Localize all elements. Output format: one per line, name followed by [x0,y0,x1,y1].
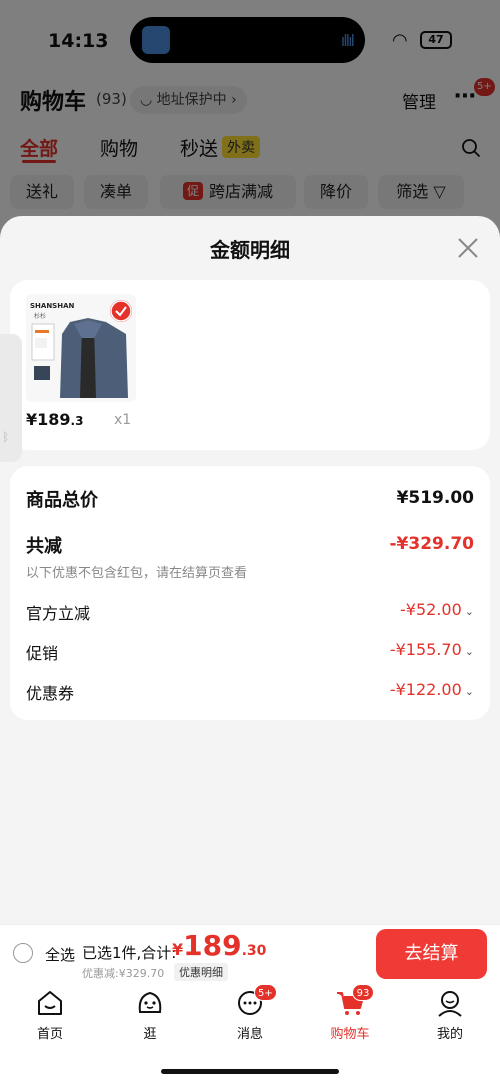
total-integer: 189 [183,929,242,962]
sheet-title: 金额明细 [210,238,290,262]
select-all-label[interactable]: 全选 [45,944,75,965]
selected-count: 已选1件,合计: [82,944,177,962]
select-all-radio[interactable] [13,943,33,963]
browse-icon [138,991,162,1013]
coupon-value: -¥122.00 [389,680,462,699]
official-discount-row[interactable]: -¥52.00 ⌄ [400,600,474,619]
jacket-image [31,318,128,398]
product-card: SHANSHAN 杉杉 ¥189.3 x1 [10,280,490,450]
product-price-dec: .3 [70,414,84,428]
reduction-note: 以下优惠不包含红包，请在结算页查看 [26,566,248,581]
check-icon[interactable] [110,300,132,322]
nav-browse-label: 逛 [143,1027,157,1042]
total-price-label: 商品总价 [26,490,98,511]
product-price: ¥189.3 [26,410,83,429]
checkout-total: ¥189.30 [172,929,266,962]
promotion-label: 促销 [26,644,59,663]
chevron-down-icon: ⌄ [464,645,474,658]
nav-mine-label: 我的 [436,1027,463,1042]
checkout-button[interactable]: 去结算 [376,929,487,979]
nav-browse[interactable]: 逛 [110,988,190,1042]
discount-detail-button[interactable]: 优惠明细 [174,963,228,981]
checkout-bar: 全选 已选1件,合计: ¥189.30 优惠减:¥329.70 优惠明细 去结算 [0,924,500,984]
total-reduction-value: -¥329.70 [389,534,475,554]
nav-messages[interactable]: 5+ 消息 [210,984,290,1042]
total-reduction-label: 共减 [26,536,62,557]
cart-badge: 93 [352,984,374,1001]
official-discount-value: -¥52.00 [400,600,462,619]
product-quantity: x1 [114,412,132,428]
profile-icon [438,991,462,1017]
nav-cart-label: 购物车 [330,1027,370,1042]
bluetooth-icon: ᛒ [2,430,10,444]
product-image: SHANSHAN 杉杉 [26,294,136,402]
total-decimal: .30 [241,943,267,959]
price-summary-card: 商品总价 ¥519.00 共减 -¥329.70 以下优惠不包含红包，请在结算页… [10,466,490,720]
promotion-row[interactable]: -¥155.70 ⌄ [390,640,474,659]
nav-home-label: 首页 [36,1027,63,1042]
discount-amount: 优惠减:¥329.70 [82,967,165,980]
home-icon [38,991,62,1015]
total-currency: ¥ [172,940,184,959]
coupon-row[interactable]: -¥122.00 ⌄ [390,680,474,699]
side-floating-tab[interactable]: ᛒ [0,334,22,462]
total-price-value: ¥519.00 [396,488,474,508]
amount-detail-sheet: 金额明细 SHANSHAN 杉杉 ¥189.3 x1 商品总价 ¥519.00 … [0,216,500,924]
chevron-down-icon: ⌄ [464,605,474,618]
nav-cart[interactable]: 93 购物车 [310,984,390,1042]
coupon-label: 优惠券 [26,684,75,703]
brand-logo-text: SHANSHAN [30,302,75,310]
bottom-nav: 首页 逛 5+ 消息 93 购物车 我的 [0,984,500,1087]
nav-mine[interactable]: 我的 [410,988,490,1042]
nav-home[interactable]: 首页 [10,988,90,1042]
product-price-main: ¥189 [26,410,71,429]
promotion-value: -¥155.70 [389,640,462,659]
official-discount-label: 官方立减 [26,604,91,623]
chevron-down-icon: ⌄ [464,685,474,698]
nav-messages-label: 消息 [236,1027,263,1042]
messages-badge: 5+ [254,984,277,1001]
home-indicator [161,1069,339,1074]
close-icon[interactable] [456,236,480,260]
